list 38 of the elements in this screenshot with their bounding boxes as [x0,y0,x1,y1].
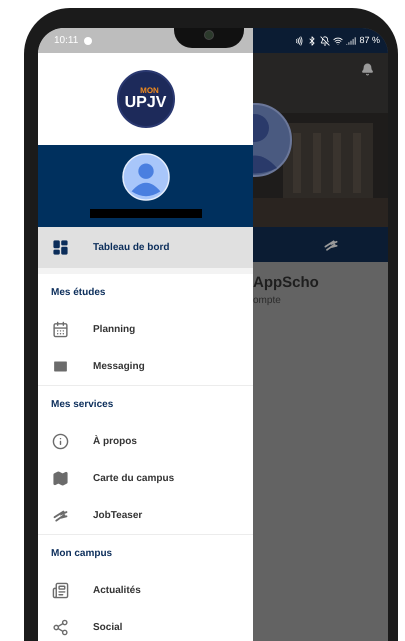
nfc-icon [294,36,304,46]
menu-item[interactable]: JobTeaser [38,497,253,534]
menu-item-label: Social [93,621,122,635]
section-header: Mes études [51,286,106,300]
menu-item[interactable]: Planning [38,311,253,348]
news-icon [52,582,69,599]
avatar-icon [122,153,170,201]
mute-icon [320,36,330,46]
menu-item-label: Tableau de bord [93,241,170,255]
background-subtitle: ompte [253,294,282,308]
logo-top-text: MON [140,87,159,95]
battery-percent: 87 % [359,34,380,47]
section-header: Mes services [51,398,114,412]
dashboard-icon [52,239,69,256]
bell-icon[interactable] [361,63,374,76]
menu-item[interactable]: Tableau de bord [38,227,253,268]
menu-item-label: Carte du campus [93,472,174,486]
signal-icon [346,36,356,46]
menu-item-label: Actualités [93,584,141,598]
bluetooth-icon [307,36,318,46]
menu-item-label: Messaging [93,360,145,374]
menu-item[interactable]: À propos [38,423,253,460]
status-time: 10:11 [54,34,78,48]
menu-item-label: Planning [93,323,136,337]
menu-item[interactable]: Social [38,609,253,641]
wifi-icon [333,36,344,46]
calendar-icon [52,321,69,338]
logo-main-text: UPJV [124,95,166,111]
background-title: AppScho [253,274,320,293]
section-header: Mon campus [51,547,112,561]
menu-item-label: JobTeaser [93,509,142,523]
menu-item[interactable]: Carte du campus [38,460,253,497]
share-icon [52,619,69,636]
menu-item-label: À propos [93,434,137,449]
menu-item[interactable]: Actualités [38,572,253,609]
menu-item[interactable]: Messaging [38,348,253,385]
info-icon [52,433,69,450]
map-icon [52,470,69,487]
